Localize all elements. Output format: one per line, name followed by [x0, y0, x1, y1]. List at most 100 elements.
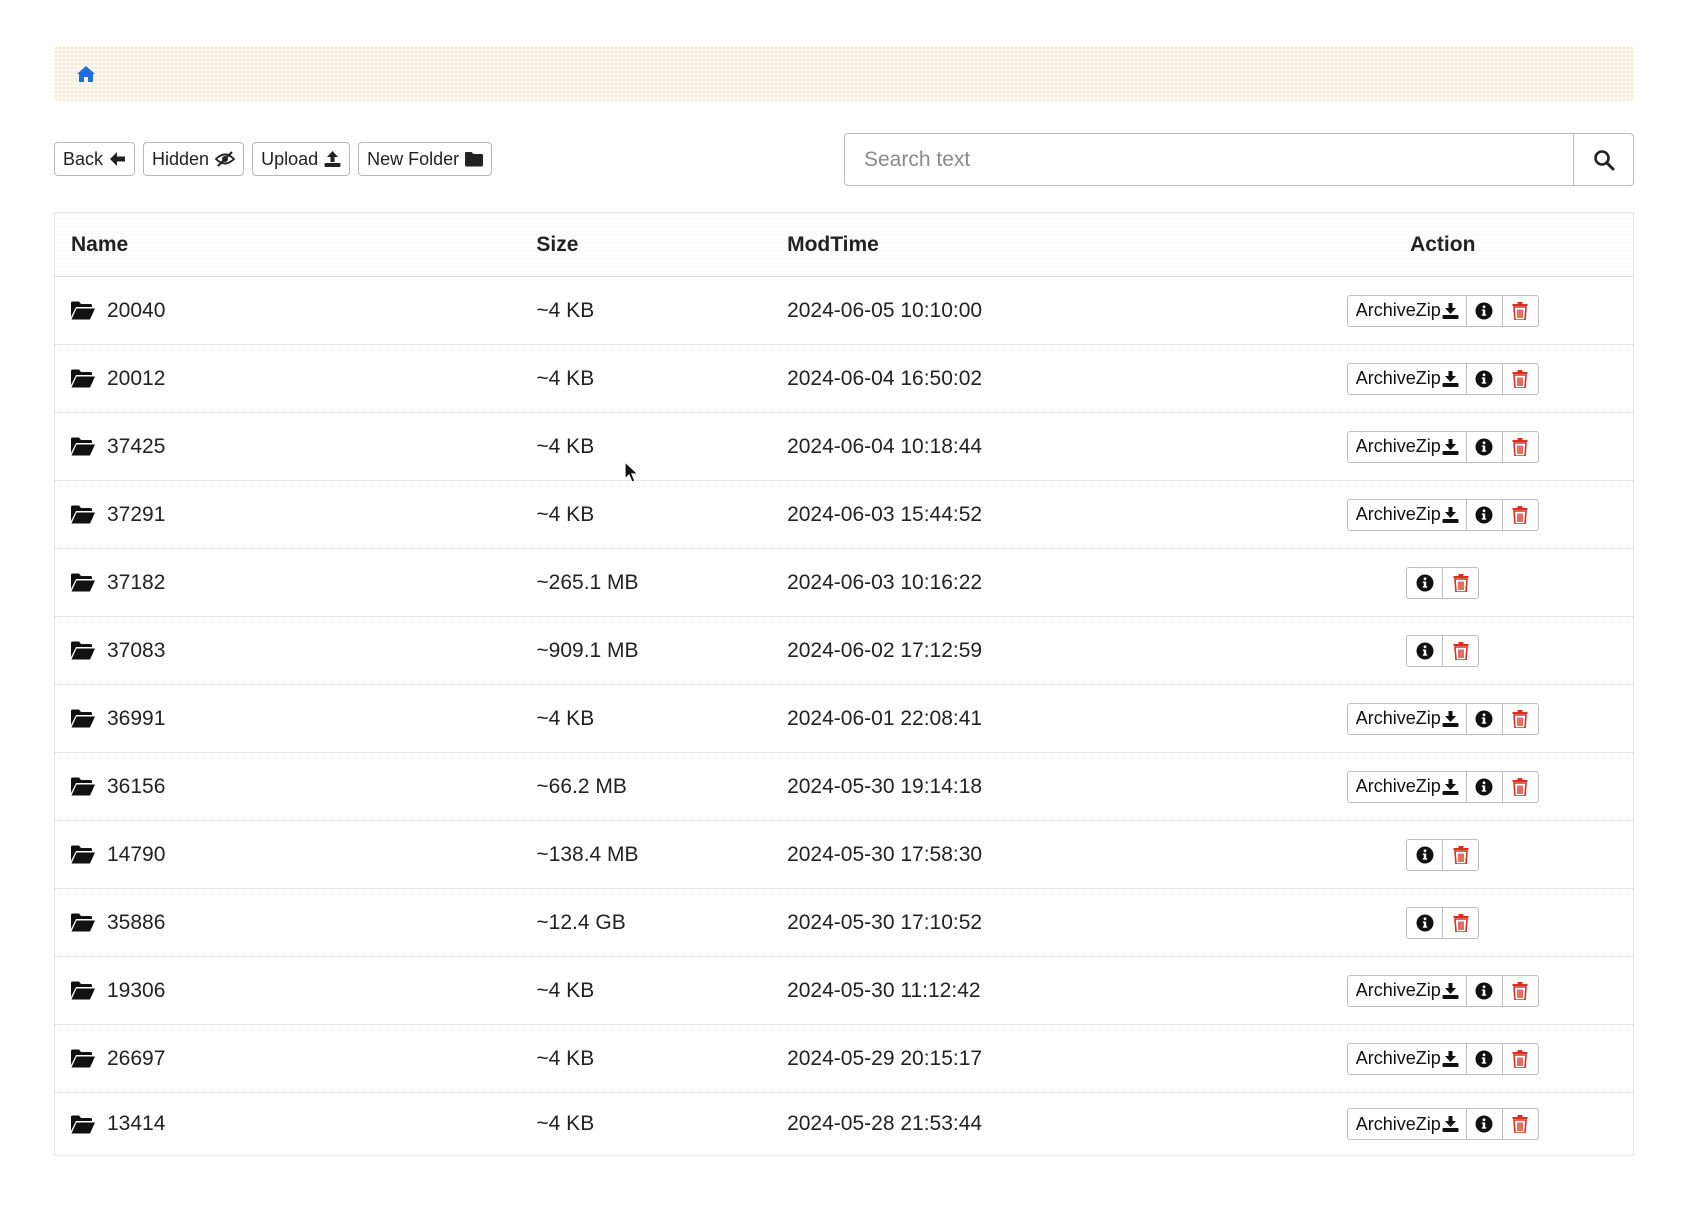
upload-button[interactable]: Upload [252, 142, 351, 176]
folder-name[interactable]: 36991 [107, 707, 165, 731]
delete-button[interactable] [1501, 362, 1539, 395]
name-cell[interactable]: 19306 [55, 979, 536, 1003]
modtime-cell: 2024-05-30 11:12:42 [787, 978, 981, 1002]
trash-icon [1512, 505, 1528, 524]
folder-name[interactable]: 20040 [107, 299, 165, 323]
size-cell: ~138.4 MB [536, 842, 639, 866]
archive-zip-button[interactable]: ArchiveZip [1346, 294, 1467, 327]
info-button[interactable] [1406, 906, 1444, 939]
delete-button[interactable] [1501, 974, 1539, 1007]
table-row[interactable]: 37425 ~4 KB 2024-06-04 10:18:44 ArchiveZip [55, 413, 1633, 481]
trash-icon [1453, 913, 1469, 932]
info-button[interactable] [1465, 1108, 1503, 1140]
table-row[interactable]: 19306 ~4 KB 2024-05-30 11:12:42 ArchiveZip [55, 957, 1633, 1025]
table-row[interactable]: 37291 ~4 KB 2024-06-03 15:44:52 ArchiveZip [55, 481, 1633, 549]
archive-zip-button[interactable]: ArchiveZip [1346, 498, 1467, 531]
name-cell[interactable]: 20040 [55, 299, 536, 323]
hidden-toggle-button[interactable]: Hidden [143, 142, 245, 176]
trash-icon [1512, 301, 1528, 320]
delete-button[interactable] [1501, 498, 1539, 531]
delete-button[interactable] [1442, 566, 1480, 599]
info-button[interactable] [1465, 430, 1503, 463]
name-cell[interactable]: 26697 [55, 1047, 536, 1071]
modtime-cell: 2024-06-01 22:08:41 [787, 706, 983, 730]
info-button[interactable] [1406, 634, 1444, 667]
table-row[interactable]: 26697 ~4 KB 2024-05-29 20:15:17 ArchiveZip [55, 1025, 1633, 1093]
name-cell[interactable]: 14790 [55, 843, 536, 867]
delete-button[interactable] [1501, 1108, 1539, 1140]
folder-name[interactable]: 37182 [107, 571, 165, 595]
header-action: Action [1410, 232, 1476, 256]
archive-zip-button[interactable]: ArchiveZip [1346, 1108, 1467, 1140]
archive-zip-button[interactable]: ArchiveZip [1346, 770, 1467, 803]
folder-name[interactable]: 20012 [107, 367, 165, 391]
delete-button[interactable] [1442, 634, 1480, 667]
delete-button[interactable] [1501, 1042, 1539, 1075]
archive-zip-button[interactable]: ArchiveZip [1346, 702, 1467, 735]
name-cell[interactable]: 20012 [55, 367, 536, 391]
new-folder-button[interactable]: New Folder [358, 142, 493, 176]
table-row[interactable]: 14790 ~138.4 MB 2024-05-30 17:58:30 [55, 821, 1633, 889]
info-button[interactable] [1465, 362, 1503, 395]
delete-button[interactable] [1442, 838, 1480, 871]
header-size[interactable]: Size [536, 233, 787, 257]
name-cell[interactable]: 36991 [55, 707, 536, 731]
table-row[interactable]: 37083 ~909.1 MB 2024-06-02 17:12:59 [55, 617, 1633, 685]
folder-name[interactable]: 37291 [107, 503, 165, 527]
table-row[interactable]: 36156 ~66.2 MB 2024-05-30 19:14:18 ArchiveZ… [55, 753, 1633, 821]
archive-zip-label: ArchiveZip [1355, 1048, 1441, 1068]
info-button[interactable] [1465, 498, 1503, 531]
table-row[interactable]: 20012 ~4 KB 2024-06-04 16:50:02 ArchiveZip [55, 345, 1633, 413]
archive-zip-button[interactable]: ArchiveZip [1346, 430, 1467, 463]
delete-button[interactable] [1501, 294, 1539, 327]
size-cell: ~4 KB [536, 298, 595, 322]
folder-name[interactable]: 37083 [107, 639, 165, 663]
folder-name[interactable]: 13414 [107, 1112, 165, 1136]
archive-zip-button[interactable]: ArchiveZip [1346, 362, 1467, 395]
archive-zip-button[interactable]: ArchiveZip [1346, 974, 1467, 1007]
info-icon [1475, 370, 1493, 388]
info-button[interactable] [1465, 770, 1503, 803]
name-cell[interactable]: 37083 [55, 639, 536, 663]
action-cell: ArchiveZip [1252, 430, 1633, 463]
info-button[interactable] [1406, 838, 1444, 871]
folder-name[interactable]: 14790 [107, 843, 165, 867]
name-cell[interactable]: 37182 [55, 571, 536, 595]
delete-button[interactable] [1442, 906, 1480, 939]
table-row[interactable]: 37182 ~265.1 MB 2024-06-03 10:16:22 [55, 549, 1633, 617]
delete-button[interactable] [1501, 702, 1539, 735]
search-input[interactable] [844, 133, 1573, 186]
info-button[interactable] [1465, 294, 1503, 327]
delete-button[interactable] [1501, 770, 1539, 803]
table-row[interactable]: 36991 ~4 KB 2024-06-01 22:08:41 ArchiveZip [55, 685, 1633, 753]
home-icon[interactable] [76, 65, 96, 83]
folder-name[interactable]: 37425 [107, 435, 165, 459]
name-cell[interactable]: 35886 [55, 911, 536, 935]
action-cell: ArchiveZip [1252, 294, 1633, 327]
header-modtime[interactable]: ModTime [787, 233, 1252, 257]
info-icon [1475, 778, 1493, 796]
modtime-cell: 2024-06-03 15:44:52 [787, 502, 983, 526]
folder-name[interactable]: 26697 [107, 1047, 165, 1071]
back-button[interactable]: Back [54, 142, 136, 176]
info-button[interactable] [1406, 566, 1444, 599]
name-cell[interactable]: 37291 [55, 503, 536, 527]
name-cell[interactable]: 13414 [55, 1112, 536, 1136]
search-button[interactable] [1573, 133, 1634, 186]
header-name[interactable]: Name [55, 233, 536, 257]
folder-name[interactable]: 19306 [107, 979, 165, 1003]
info-button[interactable] [1465, 974, 1503, 1007]
hidden-label: Hidden [152, 148, 210, 169]
info-button[interactable] [1465, 702, 1503, 735]
folder-name[interactable]: 36156 [107, 775, 165, 799]
trash-icon [1512, 1049, 1528, 1068]
archive-zip-button[interactable]: ArchiveZip [1346, 1042, 1467, 1075]
table-row[interactable]: 35886 ~12.4 GB 2024-05-30 17:10:52 [55, 889, 1633, 957]
table-row[interactable]: 13414 ~4 KB 2024-05-28 21:53:44 ArchiveZip [55, 1093, 1633, 1155]
delete-button[interactable] [1501, 430, 1539, 463]
name-cell[interactable]: 37425 [55, 435, 536, 459]
info-button[interactable] [1465, 1042, 1503, 1075]
name-cell[interactable]: 36156 [55, 775, 536, 799]
table-row[interactable]: 20040 ~4 KB 2024-06-05 10:10:00 ArchiveZip [55, 277, 1633, 345]
folder-name[interactable]: 35886 [107, 911, 165, 935]
